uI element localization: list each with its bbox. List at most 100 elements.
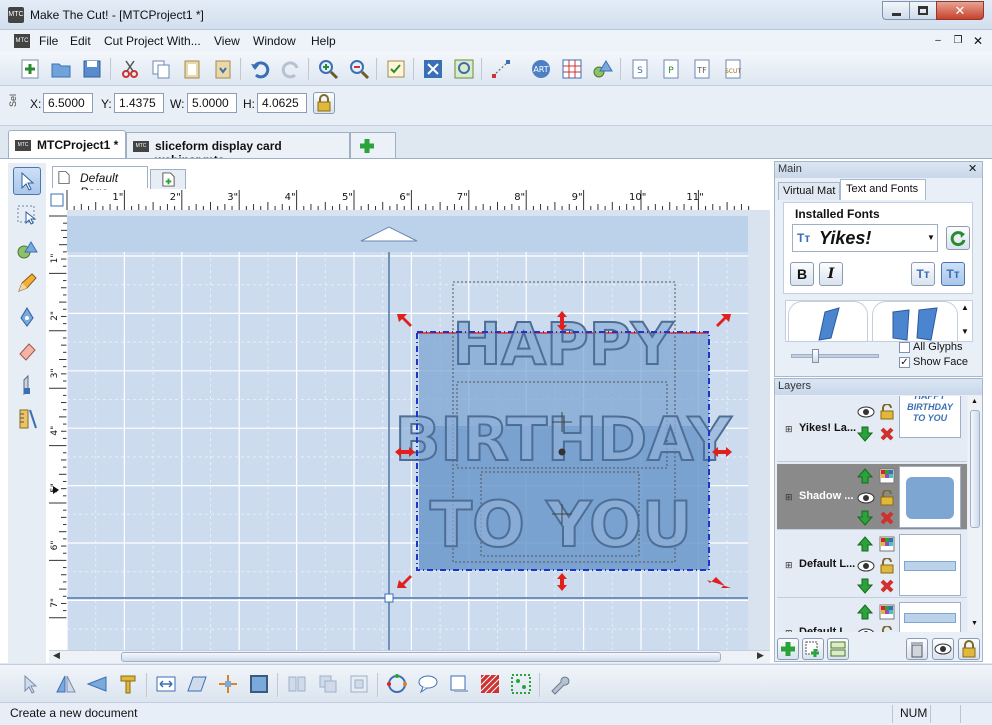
import-pdf-icon[interactable]: P <box>659 57 683 81</box>
menu-view[interactable]: View <box>214 34 240 48</box>
open-folder-icon[interactable] <box>49 57 73 81</box>
glyph-tile[interactable] <box>872 301 958 341</box>
eye-icon[interactable] <box>857 492 875 504</box>
scroll-right-arrow-icon[interactable]: ▶ <box>757 650 764 661</box>
tab-text-and-fonts[interactable]: Text and Fonts <box>840 179 926 200</box>
arrow-up-icon[interactable] <box>857 468 873 484</box>
scroll-up-icon[interactable]: ▲ <box>961 303 969 312</box>
copy-icon[interactable] <box>149 57 173 81</box>
canvas-text-to-you[interactable]: TO YOU <box>429 487 693 562</box>
page-tab[interactable]: Default Page <box>52 166 148 199</box>
pen-tool[interactable] <box>15 305 39 329</box>
scroll-thumb[interactable] <box>121 652 721 662</box>
export-icon[interactable]: S <box>628 57 652 81</box>
node-edit-icon[interactable] <box>489 57 513 81</box>
view-layer-button[interactable] <box>932 638 954 660</box>
arrow-up-icon[interactable] <box>857 604 873 620</box>
layer-row[interactable]: ⊞ Yikes! La... HAPPY BIRTHDAY TO YOU <box>777 396 967 462</box>
fit-width-icon[interactable] <box>154 672 178 696</box>
canvas-area[interactable]: 1"2"3"4"5"6"7"8"9"10"11" 1"2"3"4"5"6"7" … <box>49 190 770 662</box>
font-outline-button[interactable]: Tт <box>911 262 935 286</box>
merge-layer-button[interactable] <box>827 638 849 660</box>
add-layer-button[interactable] <box>777 638 799 660</box>
lock-icon[interactable] <box>879 404 895 420</box>
select-tool[interactable] <box>13 167 41 195</box>
eye-icon[interactable] <box>857 628 875 632</box>
refresh-fonts-button[interactable] <box>946 226 970 250</box>
duplicate-layer-button[interactable] <box>802 638 824 660</box>
italic-button[interactable]: I <box>819 262 843 286</box>
cut-icon[interactable] <box>118 57 142 81</box>
arrow-up-icon[interactable] <box>857 536 873 552</box>
group-icon[interactable] <box>347 672 371 696</box>
close-button[interactable]: ✕ <box>936 1 984 20</box>
tab-sliceform[interactable]: MTC sliceform display card webinar.mtc <box>126 132 350 167</box>
tab-virtual-mat[interactable]: Virtual Mat <box>778 182 840 200</box>
shape-tool[interactable] <box>15 238 39 262</box>
delete-icon[interactable] <box>879 510 895 526</box>
font-face-button[interactable]: Tт <box>941 262 965 286</box>
circle-path-icon[interactable] <box>385 672 409 696</box>
font-dropdown[interactable]: Tт Yikes! ▼ <box>792 224 938 252</box>
dot-pattern-icon[interactable] <box>509 672 533 696</box>
lock-layer-button[interactable] <box>958 638 980 660</box>
main-panel-close-icon[interactable]: ✕ <box>968 162 977 175</box>
slider-thumb[interactable] <box>812 349 819 363</box>
h-field[interactable]: 4.0625 <box>257 93 307 113</box>
zoom-out-icon[interactable] <box>347 57 371 81</box>
layer-row[interactable]: ⊞ Default L... <box>777 600 967 632</box>
add-page-button[interactable] <box>150 169 186 189</box>
import-ttf-icon[interactable]: TF <box>690 57 714 81</box>
settings-tool-icon[interactable] <box>421 57 445 81</box>
scroll-down-icon[interactable]: ▼ <box>971 620 978 627</box>
arrow-down-icon[interactable] <box>857 426 873 442</box>
new-document-icon[interactable] <box>18 57 42 81</box>
all-glyphs-checkbox[interactable] <box>899 342 910 353</box>
delete-layer-button[interactable] <box>906 638 928 660</box>
redo-icon[interactable] <box>279 57 303 81</box>
undo-icon[interactable] <box>248 57 272 81</box>
expand-icon[interactable]: ⊞ <box>785 628 793 632</box>
scroll-up-icon[interactable]: ▲ <box>971 398 978 405</box>
canvas-text-birthday[interactable]: BIRTHDAY <box>394 404 734 476</box>
paste-special-icon[interactable] <box>211 57 235 81</box>
w-field[interactable]: 5.0000 <box>187 93 237 113</box>
guide-handle[interactable] <box>384 593 394 603</box>
tab-mtcproject1[interactable]: MTC MTCProject1 * <box>8 130 126 158</box>
menu-cut-project[interactable]: Cut Project With... <box>104 34 201 48</box>
weld-icon[interactable] <box>116 672 140 696</box>
expand-icon[interactable]: ⊞ <box>785 492 793 503</box>
mdi-close-button[interactable]: ✕ <box>970 34 986 48</box>
palette-icon[interactable] <box>879 468 895 484</box>
eye-icon[interactable] <box>857 560 875 572</box>
expand-icon[interactable]: ⊞ <box>785 560 793 571</box>
art-library-icon[interactable]: ART <box>529 57 553 81</box>
x-field[interactable]: 6.5000 <box>43 93 93 113</box>
checklist-icon[interactable] <box>384 57 408 81</box>
eraser-tool[interactable] <box>15 339 39 363</box>
break-apart-icon[interactable] <box>216 672 240 696</box>
align-icon[interactable] <box>285 672 309 696</box>
show-face-checkbox[interactable]: ✓ <box>899 357 910 368</box>
flip-vertical-icon[interactable] <box>85 672 109 696</box>
shapes-icon[interactable] <box>591 57 615 81</box>
minimize-button[interactable] <box>882 1 910 20</box>
mdi-restore-button[interactable]: ❐ <box>950 35 966 49</box>
shadow-icon[interactable] <box>247 672 271 696</box>
delete-icon[interactable] <box>879 426 895 442</box>
pointer-icon[interactable] <box>18 672 42 696</box>
menu-window[interactable]: Window <box>253 34 296 48</box>
eye-icon[interactable] <box>857 406 875 418</box>
image-search-icon[interactable] <box>452 57 476 81</box>
lock-icon[interactable] <box>879 626 895 632</box>
layers-scrollbar[interactable]: ▲ ▼ <box>968 396 982 632</box>
y-field[interactable]: 1.4375 <box>114 93 164 113</box>
zoom-in-icon[interactable] <box>316 57 340 81</box>
rectangle-icon[interactable] <box>447 672 471 696</box>
mdi-minimize-button[interactable]: ‒ <box>930 35 946 49</box>
lock-icon[interactable] <box>879 490 895 506</box>
delete-icon[interactable] <box>879 578 895 594</box>
menu-edit[interactable]: Edit <box>70 34 91 48</box>
ruler-tool[interactable] <box>15 407 39 431</box>
lock-icon[interactable] <box>879 558 895 574</box>
